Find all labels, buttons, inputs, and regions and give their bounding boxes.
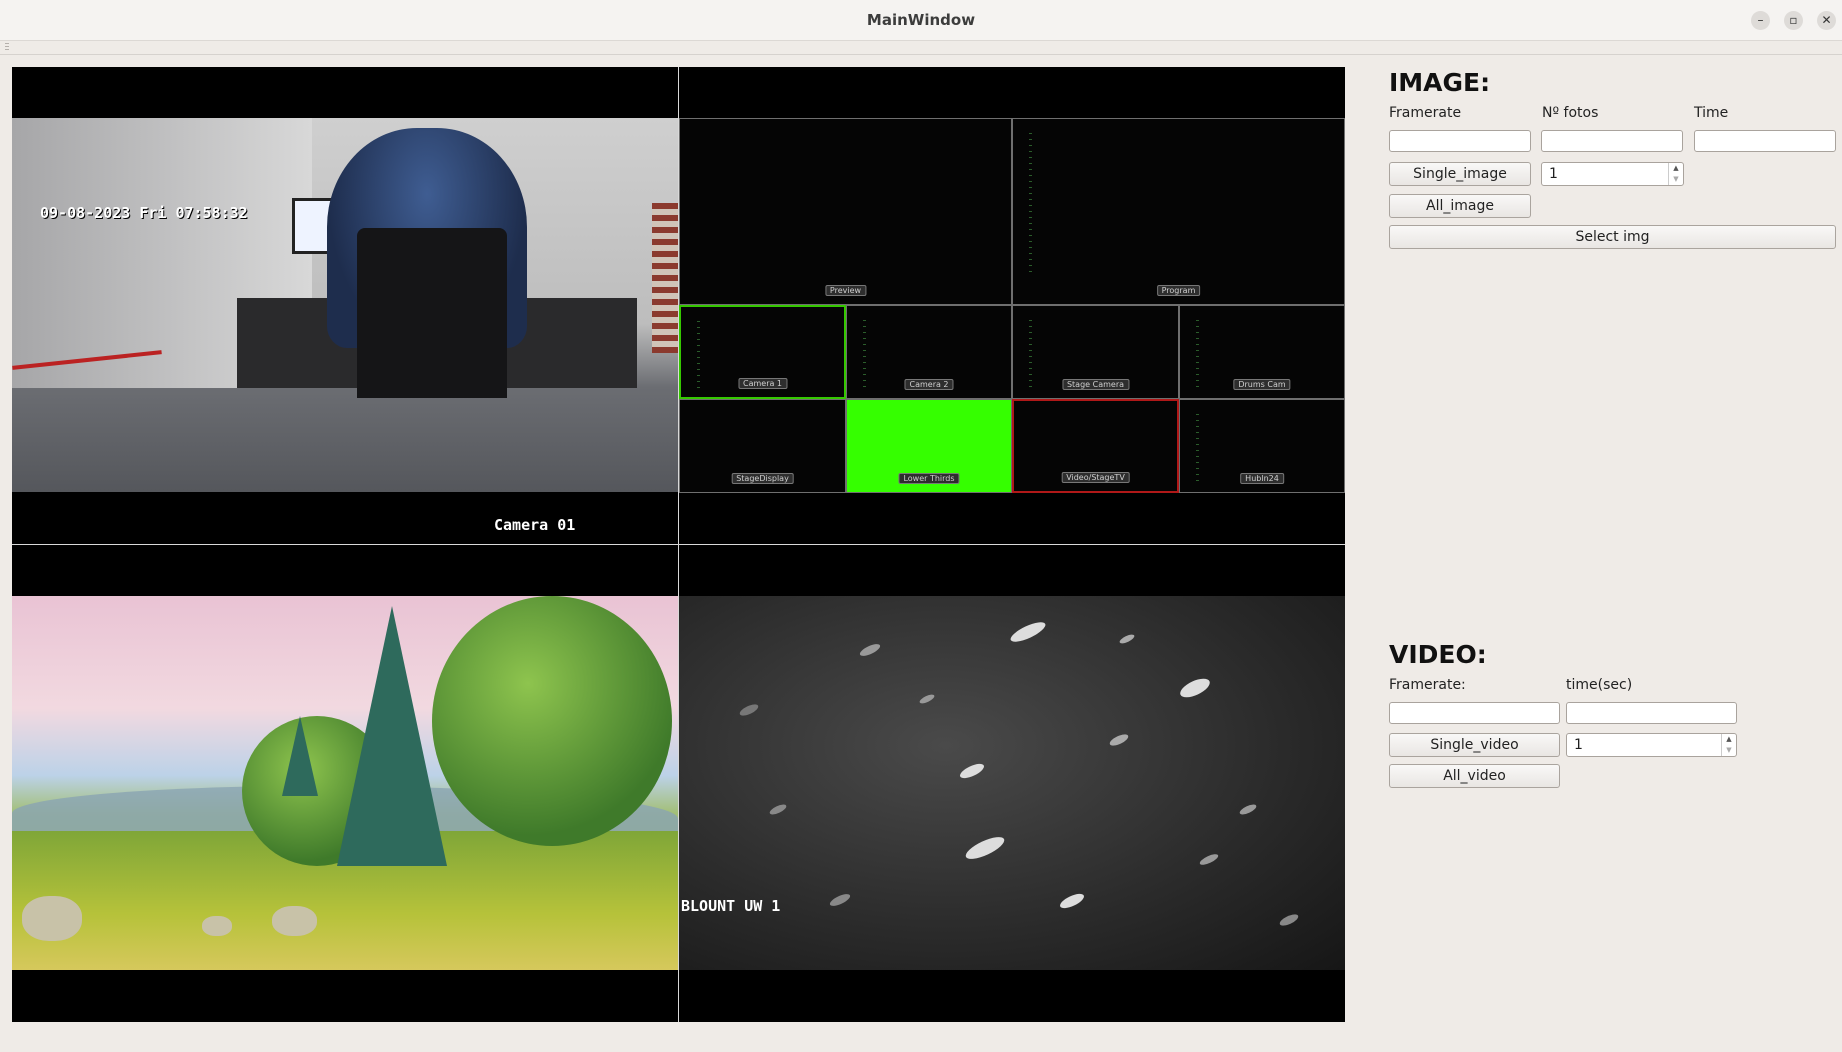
- multiview-tile: Program: [1012, 118, 1345, 305]
- video-time-value: 1: [1574, 737, 1583, 753]
- multiview-tile: Preview: [679, 118, 1012, 305]
- multiview-tile: Camera 1: [679, 305, 846, 399]
- multiview-tile: StageDisplay: [679, 399, 846, 493]
- window-title: MainWindow: [866, 11, 976, 29]
- multiview-tile-label: Program: [1156, 285, 1201, 296]
- video-pane-landscape[interactable]: [12, 545, 678, 1022]
- video-framerate-label: Framerate:: [1389, 677, 1466, 693]
- all-image-button[interactable]: All_image: [1389, 194, 1531, 218]
- image-framerate-field[interactable]: [1389, 130, 1531, 152]
- multiview-tile: Lower Thirds: [846, 399, 1012, 493]
- multiview-tile: Camera 2: [846, 305, 1012, 399]
- select-img-button[interactable]: Select img: [1389, 225, 1836, 249]
- maximize-icon[interactable]: ▫: [1784, 11, 1803, 30]
- video-pane-underwater[interactable]: BLOUNT UW 1: [679, 545, 1345, 1022]
- multiview-tile-label: Camera 1: [737, 378, 788, 389]
- multiview-tile-label: Stage Camera: [1061, 379, 1130, 390]
- video-grid: 09-08-2023 Fri 07:58:32 Camera 01 Previe…: [12, 67, 1345, 1022]
- image-nfotos-field[interactable]: [1541, 130, 1683, 152]
- multiview-tile-label: Drums Cam: [1233, 379, 1291, 390]
- multiview-tile: Drums Cam: [1179, 305, 1345, 399]
- close-icon[interactable]: ✕: [1817, 11, 1836, 30]
- spin-down-icon[interactable]: ▼: [1669, 174, 1683, 185]
- image-heading: IMAGE:: [1389, 68, 1491, 97]
- minimize-icon[interactable]: –: [1751, 11, 1770, 30]
- landscape-frame: [12, 596, 678, 970]
- multiview-grid: Preview Program Camera 1 Camera 2 Stage …: [679, 118, 1345, 493]
- image-time-label: Time: [1694, 105, 1729, 121]
- spin-up-icon[interactable]: ▲: [1669, 163, 1683, 174]
- image-nfotos-label: Nº fotos: [1542, 105, 1599, 121]
- multiview-tile: Hubln24: [1179, 399, 1345, 493]
- underwater-camera-label: BLOUNT UW 1: [681, 897, 781, 915]
- single-image-button[interactable]: Single_image: [1389, 162, 1531, 186]
- title-bar[interactable]: MainWindow – ▫ ✕: [0, 0, 1842, 41]
- video-pane-multiview[interactable]: Preview Program Camera 1 Camera 2 Stage …: [679, 67, 1345, 544]
- multiview-tile: Video/StageTV: [1012, 399, 1179, 493]
- multiview-tile: Stage Camera: [1012, 305, 1179, 399]
- video-time-label: time(sec): [1566, 677, 1633, 693]
- camera-label: Camera 01: [494, 516, 576, 534]
- spin-up-icon[interactable]: ▲: [1722, 734, 1736, 745]
- camera-timestamp: 09-08-2023 Fri 07:58:32: [40, 204, 248, 222]
- video-framerate-field[interactable]: [1389, 702, 1560, 724]
- toolbar: [0, 41, 1842, 55]
- multiview-tile-label: Lower Thirds: [898, 473, 960, 484]
- image-count-spinbox[interactable]: 1 ▲ ▼: [1541, 162, 1684, 186]
- single-video-button[interactable]: Single_video: [1389, 733, 1560, 757]
- multiview-tile-label: Video/StageTV: [1061, 472, 1130, 483]
- video-heading: VIDEO:: [1389, 640, 1487, 669]
- toolbar-grip[interactable]: [5, 43, 9, 52]
- image-count-value: 1: [1549, 166, 1558, 182]
- multiview-tile-label: Hubln24: [1240, 473, 1284, 484]
- all-video-button[interactable]: All_video: [1389, 764, 1560, 788]
- spin-down-icon[interactable]: ▼: [1722, 745, 1736, 756]
- multiview-tile-label: Preview: [824, 285, 867, 296]
- multiview-tile-label: StageDisplay: [731, 473, 794, 484]
- image-framerate-label: Framerate: [1389, 105, 1462, 121]
- office-camera-frame: [12, 118, 678, 492]
- image-time-field[interactable]: [1694, 130, 1836, 152]
- video-pane-camera-01[interactable]: 09-08-2023 Fri 07:58:32 Camera 01: [12, 67, 678, 544]
- video-time-field[interactable]: [1566, 702, 1737, 724]
- video-time-spinbox[interactable]: 1 ▲ ▼: [1566, 733, 1737, 757]
- multiview-tile-label: Camera 2: [904, 379, 954, 390]
